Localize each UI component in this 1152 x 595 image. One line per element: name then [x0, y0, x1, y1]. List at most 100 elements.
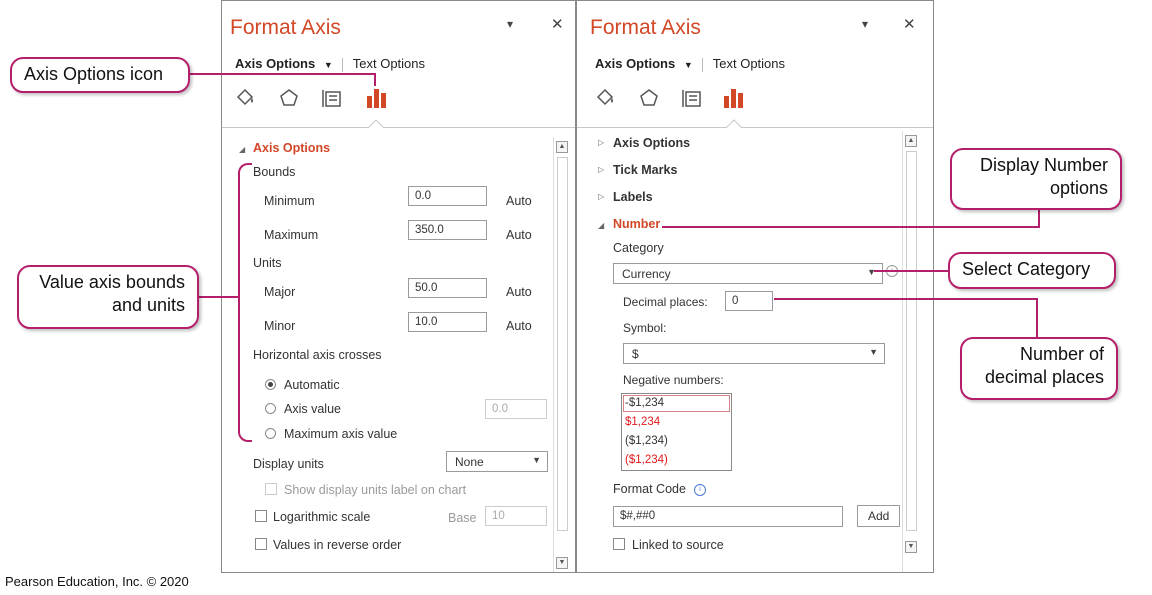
- negative-format-option[interactable]: ($1,234): [625, 454, 668, 466]
- close-icon[interactable]: ✕: [903, 15, 916, 33]
- scroll-up-icon[interactable]: ▲: [905, 135, 917, 147]
- symbol-select[interactable]: $ ▼: [623, 343, 885, 364]
- section-tick-marks[interactable]: Tick Marks: [613, 163, 677, 177]
- panel-title: Format Axis: [230, 16, 341, 39]
- major-field[interactable]: 50.0: [408, 278, 487, 298]
- fill-line-icon[interactable]: [594, 87, 618, 109]
- display-units-select[interactable]: None ▼: [446, 451, 548, 472]
- tab-underline: [577, 127, 933, 128]
- tab-bar: Axis Options ▼ Text Options: [595, 56, 785, 72]
- category-select[interactable]: Currency ▼: [613, 263, 883, 284]
- major-label: Major: [264, 285, 296, 299]
- display-units-value: None: [455, 455, 484, 469]
- maximum-auto-button[interactable]: Auto: [506, 228, 532, 242]
- effects-icon[interactable]: [278, 87, 300, 109]
- scroll-up-icon[interactable]: ▲: [556, 141, 568, 153]
- base-field[interactable]: 10: [485, 506, 547, 526]
- category-value: Currency: [622, 267, 671, 281]
- tab-text-options[interactable]: Text Options: [353, 56, 425, 71]
- section-collapsed-icon: ▷: [598, 165, 605, 174]
- axis-options-icon[interactable]: [721, 84, 747, 110]
- section-expanded-icon: ◢: [239, 145, 246, 154]
- decimal-places-field[interactable]: 0: [725, 291, 773, 311]
- fill-line-icon[interactable]: [234, 87, 258, 109]
- minor-label: Minor: [264, 319, 296, 333]
- section-expanded-icon: ◢: [598, 221, 605, 230]
- panel-options-dropdown-icon[interactable]: ▾: [862, 17, 868, 31]
- bounds-label: Bounds: [253, 165, 296, 179]
- panel-title: Format Axis: [590, 16, 701, 39]
- scrollbar[interactable]: ▲ ▼: [553, 137, 570, 572]
- section-collapsed-icon: ▷: [598, 192, 605, 201]
- minimum-auto-button[interactable]: Auto: [506, 194, 532, 208]
- axis-options-icon[interactable]: [364, 84, 390, 110]
- scroll-down-icon[interactable]: ▼: [556, 557, 568, 569]
- minor-field[interactable]: 10.0: [408, 312, 487, 332]
- add-button[interactable]: Add: [857, 505, 901, 527]
- chevron-down-icon: ▼: [532, 455, 541, 465]
- linked-to-source-label[interactable]: Linked to source: [632, 538, 724, 552]
- minor-auto-button[interactable]: Auto: [506, 319, 532, 333]
- section-axis-options[interactable]: Axis Options: [613, 136, 690, 150]
- panel-options-dropdown-icon[interactable]: ▾: [507, 17, 513, 31]
- format-code-label: Format Code: [613, 482, 686, 496]
- radio-maximum-axis-value[interactable]: [265, 428, 276, 439]
- callout-leader: [662, 226, 1040, 228]
- major-auto-button[interactable]: Auto: [506, 285, 532, 299]
- section-number[interactable]: Number: [613, 217, 660, 231]
- info-icon[interactable]: i: [694, 484, 706, 496]
- tab-text-options[interactable]: Text Options: [713, 56, 785, 71]
- copyright-footer: Pearson Education, Inc. © 2020: [5, 574, 189, 589]
- logarithmic-scale-label[interactable]: Logarithmic scale: [273, 510, 370, 524]
- format-axis-panel-left: Format Axis ▾ ✕ Axis Options ▼ Text Opti…: [221, 0, 576, 573]
- active-tab-pointer: [368, 119, 384, 129]
- reverse-order-label[interactable]: Values in reverse order: [273, 538, 401, 552]
- radio-maximum-axis-value-label[interactable]: Maximum axis value: [284, 427, 397, 441]
- negative-format-option[interactable]: $1,234: [625, 416, 660, 428]
- callout-leader: [874, 270, 949, 272]
- section-axis-options[interactable]: Axis Options: [253, 141, 330, 155]
- callout-value-axis-text: Value axis bounds and units: [39, 272, 185, 315]
- linked-to-source-checkbox[interactable]: [613, 538, 625, 550]
- display-units-label: Display units: [253, 457, 324, 471]
- radio-axis-value[interactable]: [265, 403, 276, 414]
- negative-numbers-label: Negative numbers:: [623, 373, 724, 387]
- reverse-order-checkbox[interactable]: [255, 538, 267, 550]
- minimum-field[interactable]: 0.0: [408, 186, 487, 206]
- scroll-thumb[interactable]: [906, 151, 917, 531]
- symbol-label: Symbol:: [623, 321, 667, 335]
- scrollbar[interactable]: ▲ ▼: [902, 131, 919, 572]
- radio-axis-value-label[interactable]: Axis value: [284, 402, 341, 416]
- category-label: Category: [613, 241, 664, 255]
- show-units-label-checkbox[interactable]: [265, 483, 277, 495]
- callout-number-decimal: Number of decimal places: [960, 337, 1118, 400]
- decimal-places-label: Decimal places:: [623, 295, 708, 309]
- minimum-label: Minimum: [264, 194, 315, 208]
- logarithmic-scale-checkbox[interactable]: [255, 510, 267, 522]
- maximum-field[interactable]: 350.0: [408, 220, 487, 240]
- radio-automatic[interactable]: [265, 379, 276, 390]
- effects-icon[interactable]: [638, 87, 660, 109]
- bracket-line: [238, 163, 252, 442]
- radio-automatic-label[interactable]: Automatic: [284, 378, 340, 392]
- axis-value-field[interactable]: 0.0: [485, 399, 547, 419]
- scroll-thumb[interactable]: [557, 157, 568, 531]
- negative-format-option[interactable]: ($1,234): [625, 435, 668, 447]
- close-icon[interactable]: ✕: [551, 15, 564, 33]
- format-code-field[interactable]: $#,##0: [613, 506, 843, 527]
- callout-display-number: Display Number options: [950, 148, 1122, 210]
- chevron-down-icon[interactable]: ▼: [324, 60, 333, 70]
- horizontal-axis-crosses-label: Horizontal axis crosses: [253, 348, 382, 362]
- scroll-down-icon[interactable]: ▼: [905, 541, 917, 553]
- tab-axis-options[interactable]: Axis Options: [235, 56, 315, 71]
- negative-format-option[interactable]: -$1,234: [625, 397, 664, 409]
- size-properties-icon[interactable]: [681, 87, 703, 109]
- chevron-down-icon[interactable]: ▼: [684, 60, 693, 70]
- callout-value-axis: Value axis bounds and units: [17, 265, 199, 329]
- base-label: Base: [448, 511, 477, 525]
- callout-leader: [188, 73, 376, 75]
- size-properties-icon[interactable]: [321, 87, 343, 109]
- tab-axis-options[interactable]: Axis Options: [595, 56, 675, 71]
- section-labels[interactable]: Labels: [613, 190, 653, 204]
- negative-numbers-list[interactable]: -$1,234 $1,234 ($1,234) ($1,234): [621, 393, 732, 471]
